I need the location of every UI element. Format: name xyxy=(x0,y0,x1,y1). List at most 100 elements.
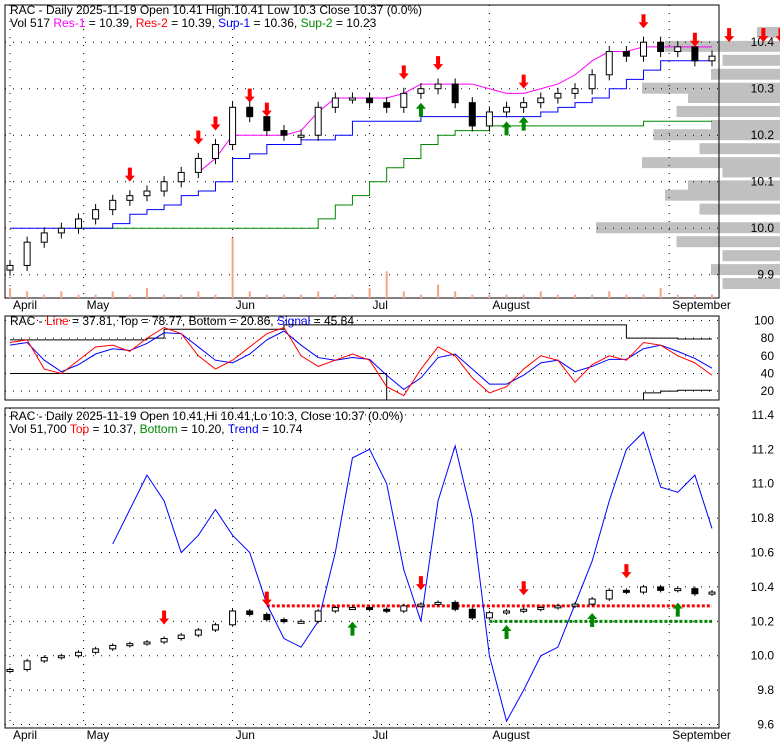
buy-arrow-icon xyxy=(501,121,512,136)
price-candle xyxy=(417,88,425,94)
y-tick-label: 10.6 xyxy=(751,546,775,560)
volume-bar xyxy=(659,288,662,298)
y-tick-label: 11.2 xyxy=(752,442,775,456)
panel-frame xyxy=(4,4,720,299)
volume-bar xyxy=(163,294,166,298)
y-tick-label: 11.0 xyxy=(752,477,775,491)
sup2-label: Sup-2 xyxy=(301,16,333,30)
volume-bar xyxy=(556,294,559,298)
volume-bar xyxy=(317,291,320,298)
svg-text:Vol 51,700 Top = 10.37, Bottom: Vol 51,700 Top = 10.37, Bottom = 10.20, … xyxy=(10,422,303,436)
trend-panel-candle xyxy=(348,607,356,611)
volume-profile-bar xyxy=(722,54,780,66)
svg-text:Vol 517 Res-1 = 10.39, Res-2 =: Vol 517 Res-1 = 10.39, Res-2 = 10.39, Su… xyxy=(10,16,377,30)
trend-panel-candle xyxy=(160,638,168,643)
volume-bar xyxy=(642,294,645,298)
res2-label: Res-2 xyxy=(136,16,168,30)
y-tick-label: 80 xyxy=(761,331,775,345)
trend-panel-candle xyxy=(622,589,630,593)
volume-bar xyxy=(402,291,405,298)
price-candle xyxy=(280,130,288,136)
sell-arrow-icon xyxy=(159,610,170,625)
sell-arrow-icon xyxy=(518,74,529,89)
price-candle xyxy=(366,97,374,104)
trend-panel-candle xyxy=(434,601,442,605)
x-tick-label: Jul xyxy=(373,298,388,312)
x-tick-label: May xyxy=(87,728,110,742)
price-candle xyxy=(520,102,528,108)
x-tick-label: April xyxy=(13,728,37,742)
price-candle xyxy=(194,157,202,173)
buy-arrow-icon xyxy=(347,621,358,636)
trend-panel-candle xyxy=(280,619,288,623)
volume-bar xyxy=(300,294,303,298)
price-candle xyxy=(6,264,14,271)
volume-bar xyxy=(505,294,508,298)
x-tick-label: April xyxy=(13,298,37,312)
volume-bar xyxy=(282,294,285,298)
volume-bar xyxy=(60,291,63,298)
price-candle xyxy=(143,190,151,197)
price-candle xyxy=(297,134,305,138)
trend-panel-candle xyxy=(331,607,339,612)
y-tick-label: 10.8 xyxy=(751,511,775,525)
price-candle xyxy=(92,209,100,220)
price-candle xyxy=(211,144,219,159)
price-candle xyxy=(160,181,168,192)
volume-bar xyxy=(43,294,46,298)
y-tick-label: 60 xyxy=(761,349,775,363)
x-tick-label: September xyxy=(672,728,731,742)
trend-panel-candle xyxy=(485,612,493,619)
volume-bar xyxy=(214,294,217,298)
price-candle xyxy=(126,195,134,201)
y-tick-label: 10.4 xyxy=(751,580,775,594)
sell-arrow-icon xyxy=(621,564,632,579)
trend-panel-candle xyxy=(6,669,14,673)
volume-bar xyxy=(26,291,29,298)
price-candle xyxy=(554,92,562,99)
sup1-label: Sup-1 xyxy=(218,16,250,30)
volume-bar xyxy=(334,294,337,298)
price-panel-header: RAC - Daily 2025-11-19 Open 10.41 High 1… xyxy=(10,3,422,30)
sell-arrow-icon xyxy=(193,130,204,145)
trend-panel-candle xyxy=(194,629,202,636)
y-tick-label: 10.2 xyxy=(751,614,775,628)
price-candle xyxy=(605,51,613,76)
trend-panel-candle xyxy=(674,588,682,592)
y-tick-label: 10.0 xyxy=(751,221,775,235)
price-candle xyxy=(57,227,65,234)
price-candle xyxy=(657,41,665,53)
y-tick-label: 9.8 xyxy=(757,683,774,697)
volume-bar xyxy=(539,291,542,298)
trend-panel-candle xyxy=(143,641,151,645)
volume-bar xyxy=(265,294,268,298)
trend-panel-candle xyxy=(263,613,271,621)
buy-arrow-icon xyxy=(501,625,512,640)
x-tick-label: Jul xyxy=(373,728,388,742)
x-tick-label: August xyxy=(492,728,530,742)
price-candle xyxy=(691,46,699,62)
sell-arrow-icon xyxy=(244,88,255,103)
sell-arrow-icon xyxy=(433,56,444,71)
sell-arrow-icon xyxy=(518,581,529,596)
volume-bar xyxy=(9,288,11,298)
buy-arrow-icon xyxy=(518,116,529,131)
trend-panel-candle xyxy=(588,598,596,605)
volume-bar xyxy=(454,291,457,298)
price-candle xyxy=(708,55,716,62)
volume-bar xyxy=(591,294,594,298)
volume-profile-bar xyxy=(722,250,780,262)
volume-bar xyxy=(180,294,183,298)
trend-panel-candle xyxy=(691,588,699,595)
volume-readout: Vol 517 xyxy=(10,16,53,30)
price-candle xyxy=(331,97,339,108)
sell-arrow-icon xyxy=(398,65,409,80)
volume-bar xyxy=(522,294,525,298)
trend-panel-candle xyxy=(571,603,579,607)
trend-panel-candle xyxy=(92,648,100,653)
volume-bar xyxy=(419,294,422,298)
price-candle xyxy=(485,111,493,127)
y-tick-label: 10.3 xyxy=(751,82,775,96)
trend-panel-candle xyxy=(503,610,511,614)
volume-bar xyxy=(248,291,251,298)
